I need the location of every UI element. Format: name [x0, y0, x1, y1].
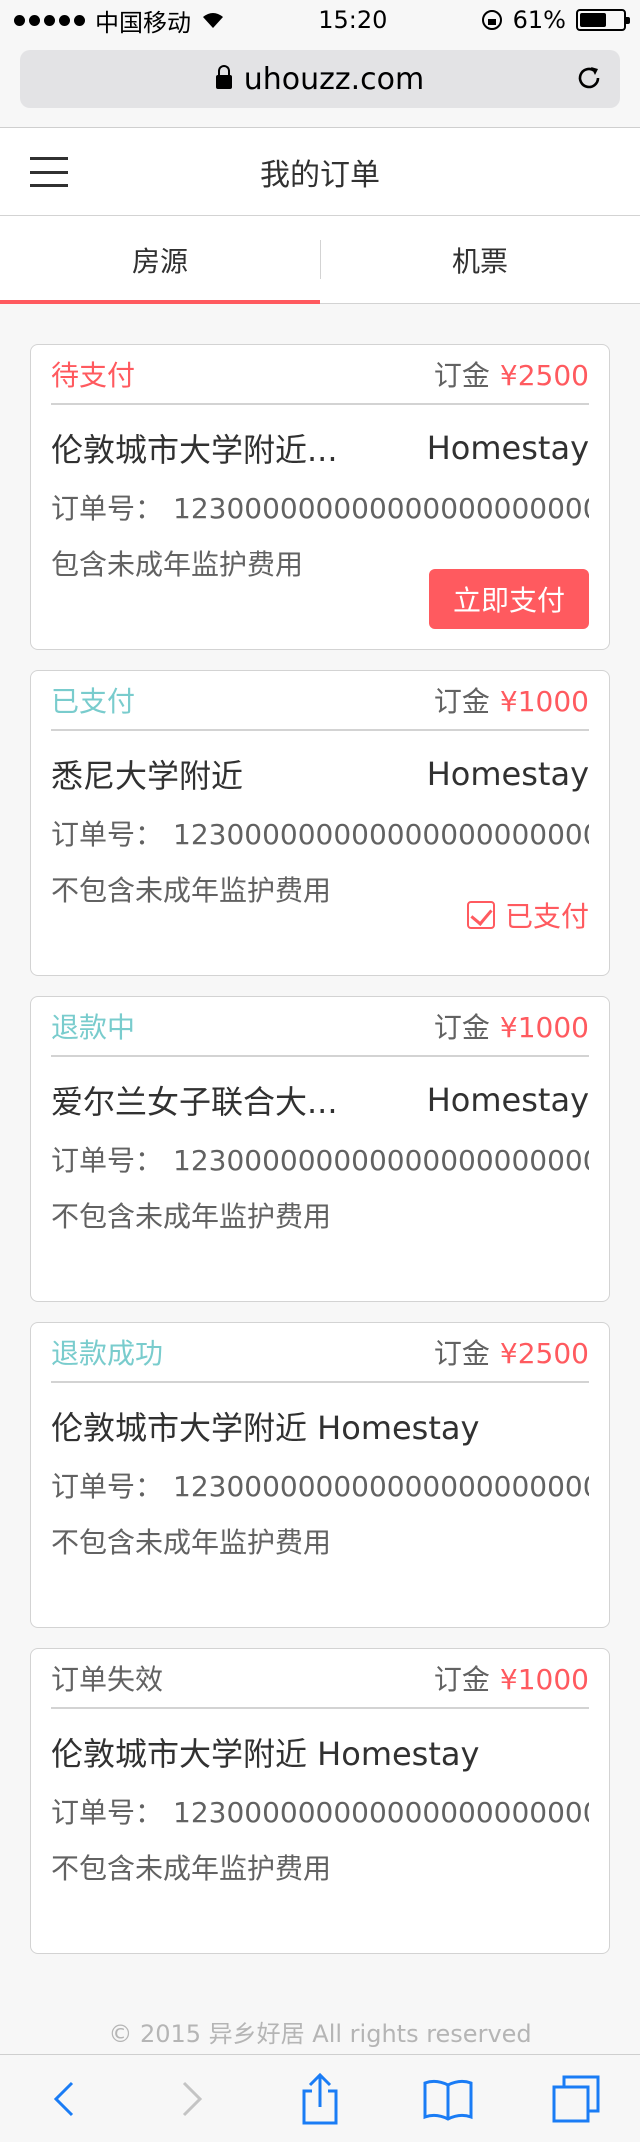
deposit-label: 订金	[433, 359, 490, 392]
order-number: 订单号： 1230000000000000000000000000	[51, 487, 589, 527]
order-number-value: 1230000000000000000000000000	[173, 1796, 589, 1829]
tab-bar: 房源 机票	[0, 216, 640, 304]
guardian-note: 不包含未成年监护费用	[51, 1526, 332, 1559]
order-card[interactable]: 退款成功 订金 ¥2500 伦敦城市大学附近 Homestay 订单号： 12300…	[30, 1322, 610, 1628]
reload-icon[interactable]	[574, 63, 604, 93]
check-icon	[466, 901, 495, 929]
order-title: 伦敦城市大学附近 Homestay	[51, 1729, 589, 1775]
order-number: 订单号： 1230000000000000000000000000	[51, 1791, 589, 1831]
wifi-icon	[203, 13, 223, 28]
order-card-header: 退款中 订金 ¥1000	[51, 997, 589, 1057]
deposit: 订金 ¥1000	[434, 1658, 589, 1698]
signal-icon	[14, 14, 85, 26]
order-title: 伦敦城市大学附近 Homestay	[51, 1403, 589, 1449]
order-card[interactable]: 待支付 订金 ¥2500 伦敦城市大学附近... Homestay 订单号： 123…	[30, 344, 610, 650]
property-name: 伦敦城市大学附近...	[51, 431, 338, 469]
order-card-header: 退款成功 订金 ¥2500	[51, 1323, 589, 1383]
order-number-value: 1230000000000000000000000000	[173, 1470, 589, 1503]
status-right: 61%	[481, 6, 630, 34]
pay-now-button[interactable]: 立即支付	[429, 569, 589, 629]
deposit-label: 订金	[433, 1011, 490, 1044]
deposit-price: ¥2500	[499, 1337, 589, 1370]
property-type: Homestay	[426, 429, 589, 467]
address-bar[interactable]: uhouzz.com	[20, 50, 620, 108]
status-bar: 中国移动 15:20 61%	[0, 0, 640, 40]
clock: 15:20	[318, 6, 388, 34]
order-number-value: 1230000000000000000000000000	[173, 818, 589, 851]
order-card[interactable]: 已支付 订金 ¥1000 悉尼大学附近 Homestay 订单号： 12300000…	[30, 670, 610, 976]
paid-text: 已支付	[504, 900, 589, 933]
order-status: 已支付	[51, 685, 136, 718]
order-number-value: 1230000000000000000000000000	[173, 492, 589, 525]
deposit: 订金 ¥2500	[434, 1332, 589, 1372]
copyright: © 2015 异乡好居 All rights reserved	[108, 2020, 532, 2048]
order-number-label: 订单号：	[51, 1470, 164, 1503]
guardian-note: 不包含未成年监护费用	[51, 1200, 332, 1233]
orientation-lock-icon	[481, 10, 502, 30]
property-name: 伦敦城市大学附近 Homestay	[51, 1735, 480, 1773]
forward-button[interactable]	[162, 2069, 222, 2129]
share-button[interactable]	[290, 2069, 350, 2129]
order-card-header: 订单失效 订金 ¥1000	[51, 1649, 589, 1709]
deposit-price: ¥2500	[499, 359, 589, 392]
back-button[interactable]	[34, 2069, 94, 2129]
order-title: 悉尼大学附近 Homestay	[51, 751, 589, 797]
order-number-label: 订单号：	[51, 818, 164, 851]
bookmarks-button[interactable]	[418, 2069, 478, 2129]
page-title: 我的订单	[260, 157, 380, 193]
order-card-header: 已支付 订金 ¥1000	[51, 671, 589, 731]
status-left: 中国移动	[14, 3, 225, 38]
paid-mark: 已支付	[466, 895, 589, 935]
order-card-header: 待支付 订金 ¥2500	[51, 345, 589, 405]
property-name: 爱尔兰女子联合大...	[51, 1083, 338, 1121]
order-number-label: 订单号：	[51, 1144, 164, 1177]
chevron-left-icon	[53, 2081, 74, 2116]
guardian-note: 不包含未成年监护费用	[51, 1852, 332, 1885]
order-number-value: 1230000000000000000000000000	[173, 1144, 589, 1177]
order-card[interactable]: 退款中 订金 ¥1000 爱尔兰女子联合大... Homestay 订单号： 123…	[30, 996, 610, 1302]
menu-icon[interactable]	[30, 157, 68, 187]
share-icon	[302, 2072, 338, 2124]
tabs-button[interactable]	[546, 2069, 606, 2129]
tab-flights[interactable]: 机票	[320, 216, 640, 303]
book-icon	[423, 2079, 473, 2121]
order-status: 订单失效	[51, 1663, 164, 1696]
property-name: 悉尼大学附近	[51, 757, 244, 795]
chevron-right-icon	[182, 2081, 203, 2116]
deposit: 订金 ¥1000	[434, 680, 589, 720]
battery-icon	[575, 9, 630, 31]
deposit-label: 订金	[433, 1337, 490, 1370]
order-status: 待支付	[51, 359, 136, 392]
order-number: 订单号： 1230000000000000000000000000	[51, 813, 589, 853]
deposit-label: 订金	[433, 685, 490, 718]
order-title: 伦敦城市大学附近... Homestay	[51, 425, 589, 471]
property-name: 伦敦城市大学附近 Homestay	[51, 1409, 480, 1447]
order-card[interactable]: 订单失效 订金 ¥1000 伦敦城市大学附近 Homestay 订单号： 12300…	[30, 1648, 610, 1954]
deposit-price: ¥1000	[499, 685, 589, 718]
deposit-price: ¥1000	[499, 1011, 589, 1044]
order-status: 退款成功	[51, 1337, 164, 1370]
browser-chrome: uhouzz.com	[0, 40, 640, 128]
order-status: 退款中	[51, 1011, 136, 1044]
deposit: 订金 ¥2500	[434, 354, 589, 394]
browser-toolbar	[0, 2054, 640, 2142]
battery-percent: 61%	[512, 6, 566, 34]
order-number: 订单号： 1230000000000000000000000000	[51, 1465, 589, 1505]
tab-housing[interactable]: 房源	[0, 216, 320, 304]
deposit: 订金 ¥1000	[434, 1006, 589, 1046]
lock-icon	[215, 65, 232, 89]
property-type: Homestay	[426, 1081, 589, 1119]
tabs-icon	[552, 2075, 600, 2122]
url-text: uhouzz.com	[243, 61, 425, 97]
order-title: 爱尔兰女子联合大... Homestay	[51, 1077, 589, 1123]
property-type: Homestay	[426, 755, 589, 793]
deposit-price: ¥1000	[499, 1663, 589, 1696]
deposit-label: 订金	[433, 1663, 490, 1696]
order-number-label: 订单号：	[51, 492, 164, 525]
order-number-label: 订单号：	[51, 1796, 164, 1829]
page-header: 我的订单	[0, 128, 640, 216]
order-number: 订单号： 1230000000000000000000000000	[51, 1139, 589, 1179]
order-list: 待支付 订金 ¥2500 伦敦城市大学附近... Homestay 订单号： 123…	[0, 304, 640, 2049]
carrier-name: 中国移动	[95, 8, 191, 37]
